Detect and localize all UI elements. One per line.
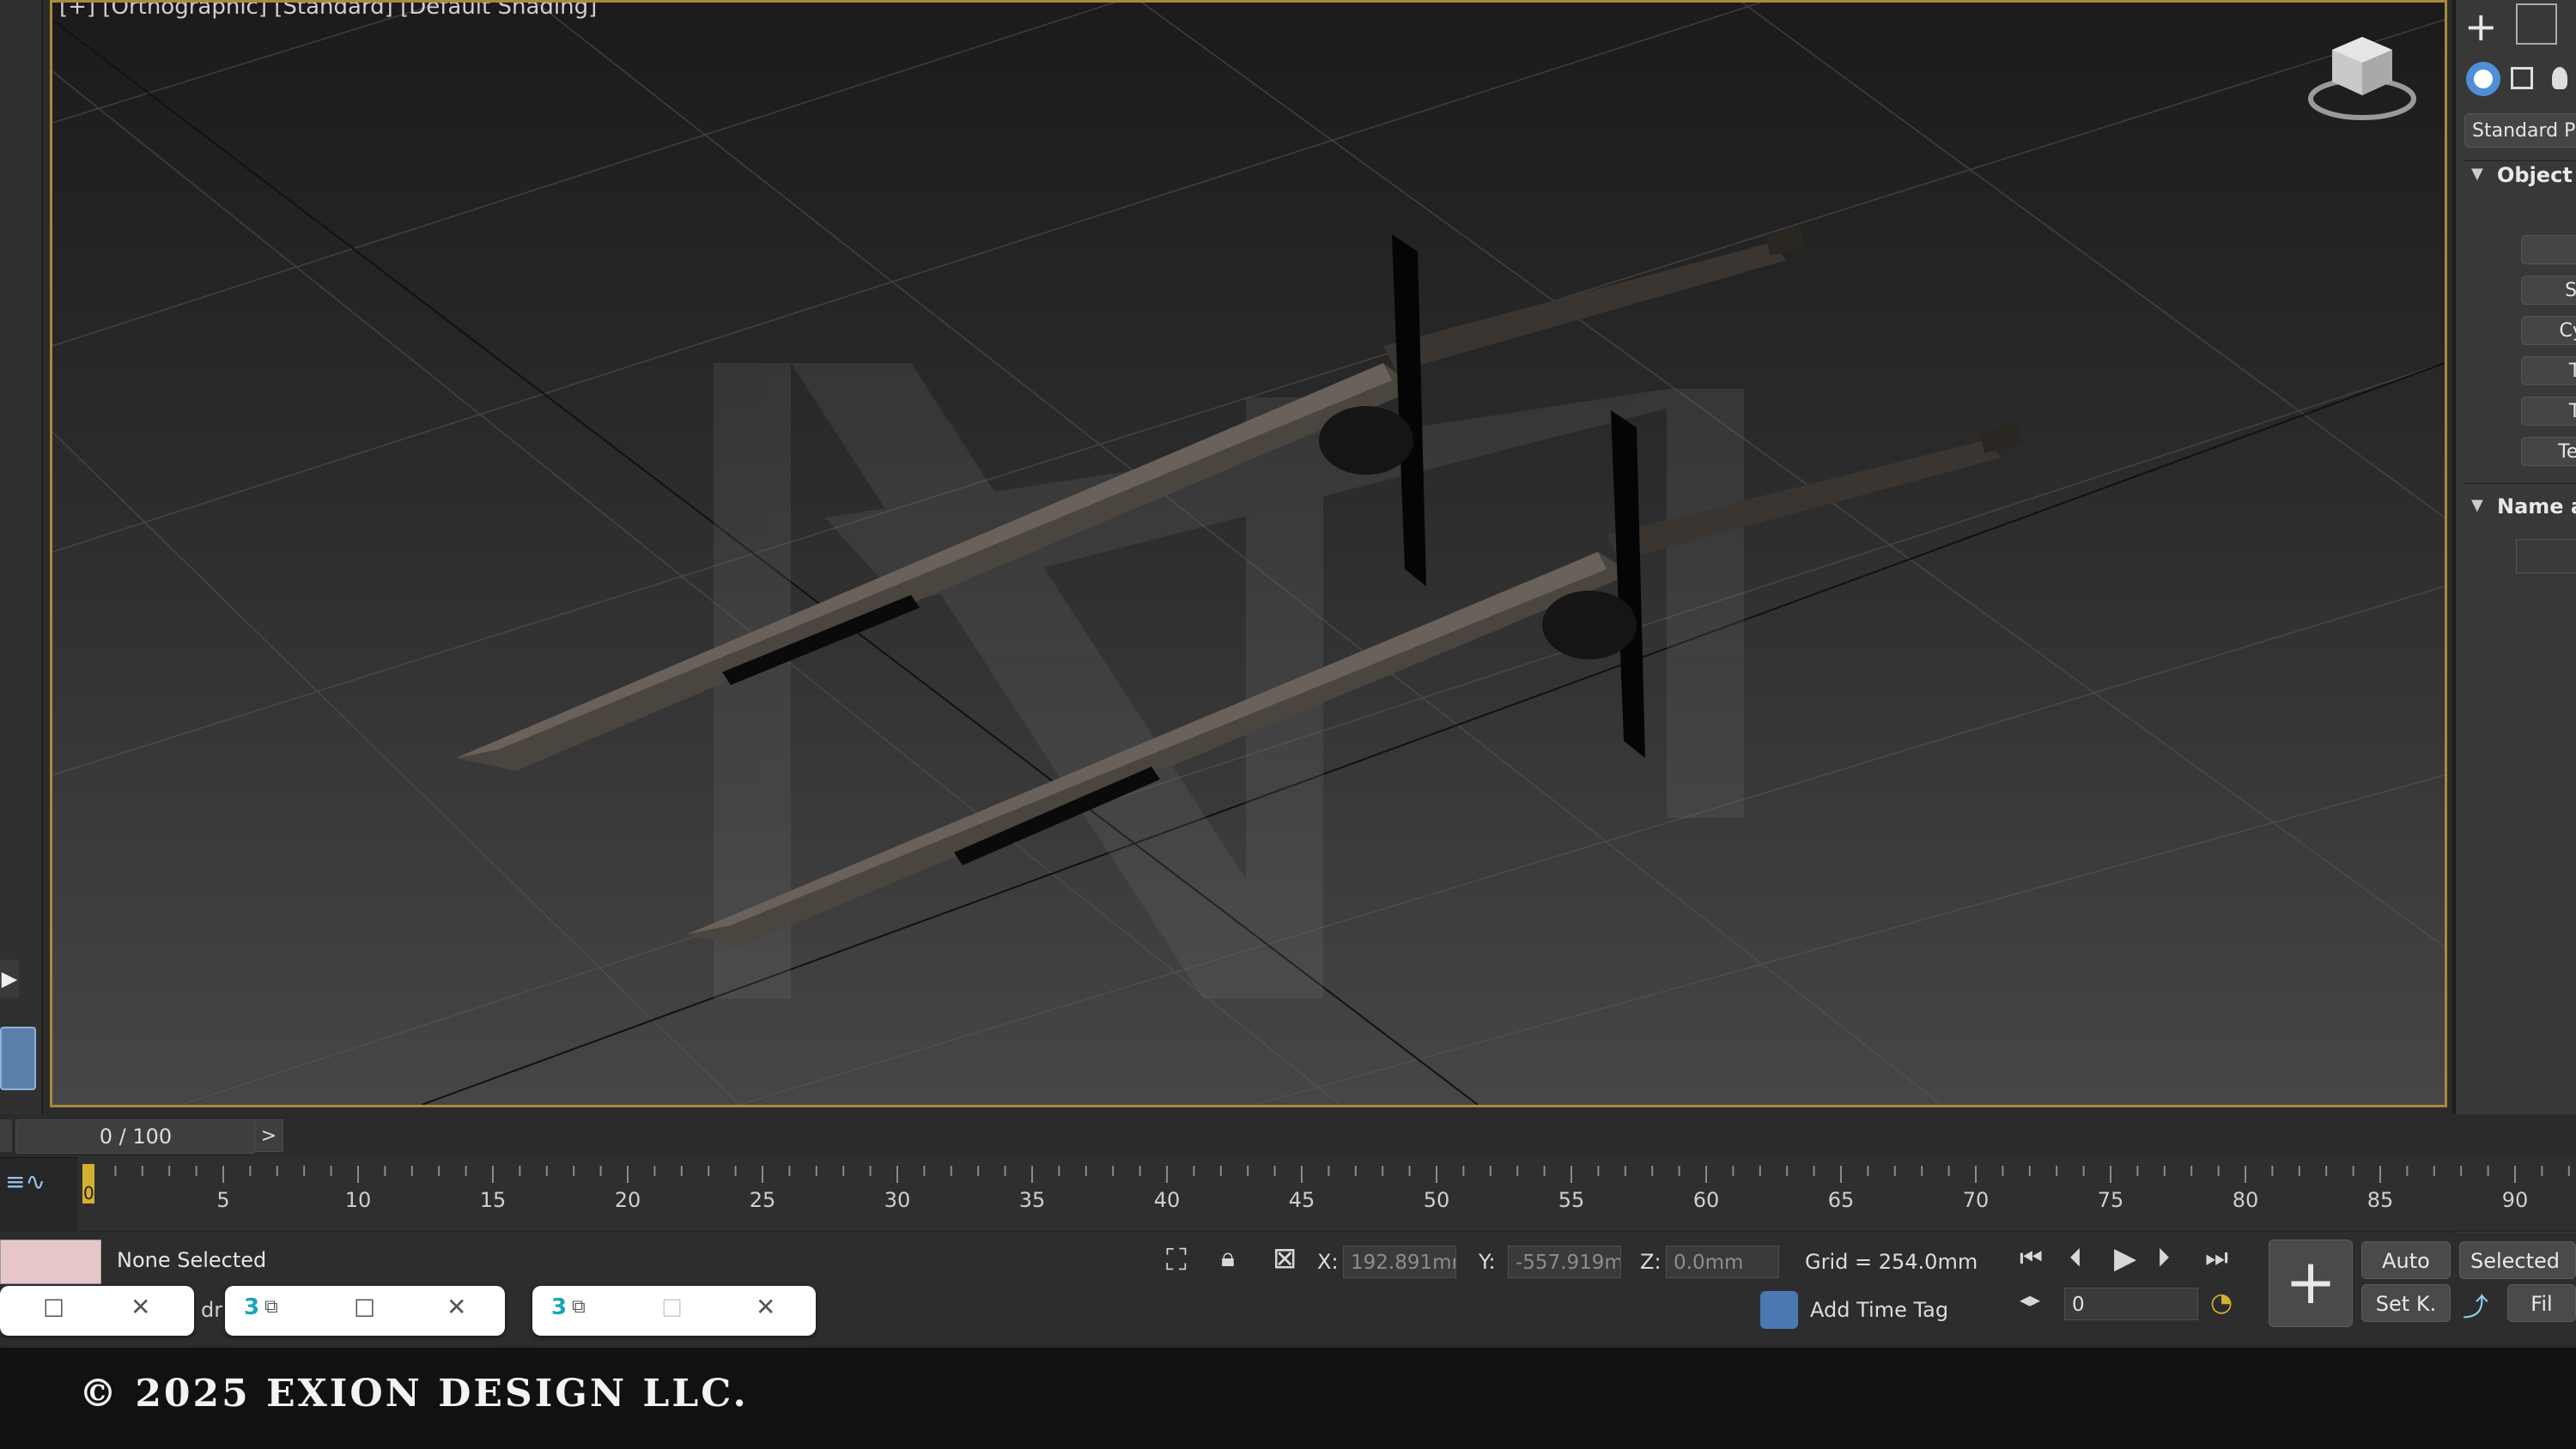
go-to-end-icon[interactable]: ⏭ xyxy=(2205,1243,2228,1273)
teapot-button[interactable]: Te xyxy=(2521,397,2576,426)
perspective-viewport[interactable]: [+] [Orthographic] [Standard] [Default S… xyxy=(50,0,2447,1107)
maxscript-listener-box[interactable] xyxy=(0,1240,101,1284)
ruler-tick-label: 40 xyxy=(1154,1188,1181,1212)
selection-lock-icon[interactable]: 🔒︎ xyxy=(1221,1243,1235,1273)
name-and-color-rollout[interactable]: Name an xyxy=(2497,494,2576,518)
maximize-icon[interactable]: ☐ xyxy=(661,1294,683,1323)
maximize-icon[interactable]: ☐ xyxy=(354,1294,375,1323)
x-label: X: xyxy=(1317,1250,1339,1274)
key-filter-selected-dropdown[interactable]: Selected xyxy=(2459,1241,2576,1279)
track-ruler: 5 10 15 20 25 30 35 40 45 50 55 60 65 70 75 80 85 90 xyxy=(88,1166,2570,1212)
next-frame-icon[interactable]: ⏵ xyxy=(2157,1243,2170,1273)
3dsmax-app-icon: 3 xyxy=(551,1294,568,1320)
play-icon[interactable]: ▶ xyxy=(2114,1241,2136,1276)
taskbar-window-preview[interactable]: 3 ⧉ ☐ ✕ xyxy=(532,1286,816,1336)
time-slider-bar xyxy=(0,1114,2576,1157)
current-frame-marker-label: 0 xyxy=(83,1183,94,1203)
viewcube-icon[interactable] xyxy=(2302,28,2422,135)
sword-model-1 xyxy=(456,226,1804,771)
sphere-button[interactable]: Sp xyxy=(2521,276,2576,305)
time-slider[interactable]: 0 / 100 xyxy=(15,1119,256,1154)
maximize-icon[interactable]: ☐ xyxy=(43,1294,64,1323)
object-name-field[interactable] xyxy=(2516,539,2576,573)
ruler-tick-label: 10 xyxy=(345,1188,372,1212)
time-tag-icon[interactable] xyxy=(1760,1291,1798,1329)
3dsmax-app-icon: 3 xyxy=(244,1294,260,1320)
set-key-button[interactable]: Set K. xyxy=(2361,1284,2451,1322)
restore-icon[interactable]: ⧉ xyxy=(572,1296,586,1318)
lights-category-icon[interactable] xyxy=(2552,67,2567,89)
current-frame-marker[interactable]: 0 xyxy=(82,1164,94,1203)
previous-frame-icon[interactable]: ⏴ xyxy=(2069,1243,2082,1273)
z-label: Z: xyxy=(1640,1250,1662,1274)
object-type-rollout[interactable]: Object T xyxy=(2497,163,2576,187)
modify-tab-icon[interactable] xyxy=(2516,3,2557,45)
close-icon[interactable]: ✕ xyxy=(447,1293,466,1321)
expand-arrow-icon[interactable]: ▶ xyxy=(0,960,19,997)
ruler-tick-label: 80 xyxy=(2233,1188,2259,1212)
ruler-tick-label: 20 xyxy=(615,1188,641,1212)
rollout-collapse-icon[interactable]: ▼ xyxy=(2471,496,2483,514)
ruler-tick-label: 50 xyxy=(1424,1188,1450,1212)
ruler-tick-label: 90 xyxy=(2502,1188,2529,1212)
ruler-tick-label: 45 xyxy=(1289,1188,1315,1212)
add-time-tag-button[interactable]: Add Time Tag xyxy=(1810,1298,1948,1322)
ruler-tick-label: 70 xyxy=(1963,1188,1990,1212)
go-to-start-icon[interactable]: ⏮ xyxy=(2020,1243,2043,1273)
ruler-tick-label: 60 xyxy=(1693,1188,1720,1212)
ruler-tick-label: 65 xyxy=(1828,1188,1855,1212)
command-panel: + Standard Pr ▼ Object T B Sp Cyl To Te … xyxy=(2452,0,2576,1236)
geometry-category-icon[interactable] xyxy=(2466,62,2500,96)
prev-frame-button[interactable] xyxy=(0,1119,12,1152)
key-filters-button[interactable]: Fil xyxy=(2507,1284,2576,1322)
isolate-selection-icon[interactable]: ⛶ xyxy=(1166,1243,1187,1277)
selection-status: None Selected xyxy=(117,1248,267,1272)
close-icon[interactable]: ✕ xyxy=(756,1293,775,1321)
next-frame-button[interactable]: > xyxy=(254,1119,283,1152)
divider xyxy=(2464,482,2576,484)
active-viewport-button[interactable] xyxy=(0,1027,36,1090)
absolute-mode-icon[interactable]: ⊠ xyxy=(1273,1241,1297,1276)
create-tab-plus-icon[interactable]: + xyxy=(2464,3,2498,50)
primitive-type-dropdown[interactable]: Standard Pr xyxy=(2464,113,2576,148)
restore-icon[interactable]: ⧉ xyxy=(264,1296,278,1318)
y-label: Y: xyxy=(1479,1250,1496,1274)
x-coordinate-field[interactable]: 192.891mm xyxy=(1343,1246,1456,1278)
box-button[interactable]: B xyxy=(2521,235,2576,264)
auto-key-button[interactable]: Auto xyxy=(2361,1241,2451,1279)
rollout-collapse-icon[interactable]: ▼ xyxy=(2471,165,2483,183)
track-bar-area[interactable]: 5 10 15 20 25 30 35 40 45 50 55 60 65 70 75 80 85 90 0 xyxy=(77,1157,2576,1231)
left-toolbar-strip xyxy=(0,0,43,1116)
shapes-category-icon[interactable] xyxy=(2511,67,2533,89)
copyright-notice: © 2025 EXION DESIGN LLC. xyxy=(79,1372,749,1416)
key-tangent-icon[interactable]: ⤴ xyxy=(2463,1286,2488,1324)
key-mode-toggle-icon[interactable]: ◂▸ xyxy=(2020,1288,2040,1312)
z-coordinate-field[interactable]: 0.0mm xyxy=(1666,1246,1779,1278)
time-configuration-icon[interactable]: ◔ xyxy=(2210,1288,2233,1318)
divider xyxy=(2464,160,2576,161)
taskbar-partial-label: dr xyxy=(201,1298,223,1322)
set-key-plus-icon[interactable]: + xyxy=(2269,1240,2353,1327)
cylinder-button[interactable]: Cyl xyxy=(2521,316,2576,345)
taskbar-window-preview[interactable]: ☐ ✕ xyxy=(0,1286,194,1336)
taskbar-window-preview[interactable]: 3 ⧉ ☐ ✕ xyxy=(225,1286,505,1336)
y-coordinate-field[interactable]: -557.919mm xyxy=(1508,1246,1621,1278)
close-icon[interactable]: ✕ xyxy=(131,1293,150,1321)
ruler-tick-label: 25 xyxy=(750,1188,776,1212)
ruler-tick-label: 30 xyxy=(884,1188,911,1212)
current-frame-field[interactable]: 0 xyxy=(2064,1288,2198,1320)
viewport-label[interactable]: [+] [Orthographic] [Standard] [Default S… xyxy=(59,3,597,20)
grid-size-readout: Grid = 254.0mm xyxy=(1805,1250,1978,1274)
text-plus-button[interactable]: Tex xyxy=(2521,437,2576,466)
viewport-scene xyxy=(52,3,2445,1105)
ruler-tick-label: 85 xyxy=(2367,1188,2394,1212)
ruler-tick-label: 35 xyxy=(1019,1188,1046,1212)
ruler-tick-label: 5 xyxy=(216,1188,229,1212)
ruler-tick-label: 75 xyxy=(2098,1188,2124,1212)
ruler-tick-label: 15 xyxy=(480,1188,507,1212)
torus-button[interactable]: To xyxy=(2521,356,2576,385)
ruler-tick-label: 55 xyxy=(1558,1188,1585,1212)
curve-editor-icon[interactable]: ≡∿ xyxy=(5,1167,46,1196)
